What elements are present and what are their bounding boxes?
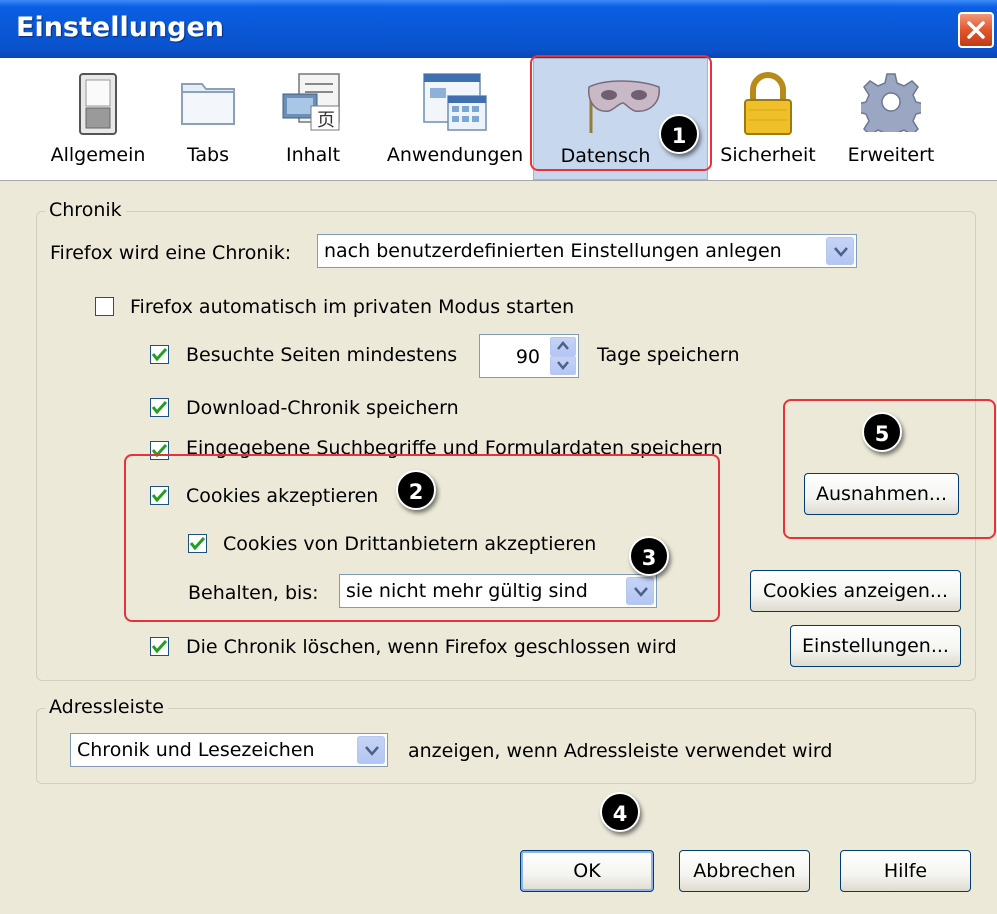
pane-inhalt[interactable]: 页 Inhalt xyxy=(268,58,358,180)
chevron-down-icon xyxy=(826,237,854,265)
visited-days-value: 90 xyxy=(515,346,540,368)
preferences-dialog: Einstellungen Allgemein Tabs 页 Inhalt An… xyxy=(0,0,997,914)
location-bar-legend: Adressleiste xyxy=(45,696,168,718)
pane-sicherheit[interactable]: Sicherheit xyxy=(712,58,824,180)
svg-text:页: 页 xyxy=(317,110,335,131)
location-bar-suffix: anzeigen, wenn Adressleiste verwendet wi… xyxy=(408,740,833,762)
annotation-badge-3: 3 xyxy=(629,536,669,576)
pane-label: Tabs xyxy=(186,144,230,166)
help-button[interactable]: Hilfe xyxy=(840,850,971,892)
pane-allgemein[interactable]: Allgemein xyxy=(48,58,148,180)
download-history-checkbox[interactable] xyxy=(150,398,169,417)
clear-on-close-label: Die Chronik löschen, wenn Firefox geschl… xyxy=(186,636,677,658)
window-title: Einstellungen xyxy=(16,12,225,43)
visited-pages-label: Besuchte Seiten mindestens xyxy=(186,344,458,366)
pane-erweitert[interactable]: Erweitert xyxy=(836,58,946,180)
gear-icon xyxy=(861,73,921,132)
applications-icon xyxy=(423,73,487,131)
history-legend: Chronik xyxy=(45,199,126,221)
switch-icon xyxy=(79,73,117,135)
history-mode-value: nach benutzerdefinierten Einstellungen a… xyxy=(324,240,782,262)
ok-button[interactable]: OK xyxy=(520,850,654,892)
annotation-badge-5: 5 xyxy=(862,412,902,452)
spin-down-button[interactable] xyxy=(550,356,576,375)
pane-label: Sicherheit xyxy=(720,144,816,166)
private-mode-checkbox[interactable] xyxy=(95,297,114,316)
annotation-badge-2: 2 xyxy=(396,470,436,510)
history-mode-label: Firefox wird eine Chronik: xyxy=(50,242,292,264)
preferences-toolbar: Allgemein Tabs 页 Inhalt Anwendungen Date… xyxy=(0,58,997,181)
content-icon: 页 xyxy=(282,73,340,131)
cancel-button[interactable]: Abbrechen xyxy=(679,850,810,892)
chevron-down-icon xyxy=(557,361,569,370)
location-bar-select[interactable]: Chronik und Lesezeichen xyxy=(70,733,388,767)
check-icon xyxy=(152,348,167,361)
download-history-label: Download-Chronik speichern xyxy=(186,397,459,419)
location-bar-value: Chronik und Lesezeichen xyxy=(77,739,315,761)
chevron-up-icon xyxy=(557,341,569,350)
history-settings-button[interactable]: Einstellungen... xyxy=(790,625,961,667)
private-mode-label: Firefox automatisch im privaten Modus st… xyxy=(130,296,575,318)
history-mode-select[interactable]: nach benutzerdefinierten Einstellungen a… xyxy=(317,234,857,268)
title-bar: Einstellungen xyxy=(0,0,997,58)
visited-days-suffix: Tage speichern xyxy=(597,344,740,366)
show-cookies-button[interactable]: Cookies anzeigen... xyxy=(750,570,961,612)
annotation-box-1 xyxy=(530,55,712,171)
pane-label: Erweitert xyxy=(847,144,935,166)
lock-icon xyxy=(744,72,792,135)
check-icon xyxy=(152,640,167,653)
visited-days-spinner[interactable]: 90 xyxy=(479,334,579,378)
spin-up-button[interactable] xyxy=(550,337,576,356)
folder-icon xyxy=(181,83,235,125)
pane-label: Allgemein xyxy=(50,144,146,166)
visited-pages-checkbox[interactable] xyxy=(150,345,169,364)
clear-on-close-checkbox[interactable] xyxy=(150,637,169,656)
close-icon xyxy=(967,21,985,39)
check-icon xyxy=(152,401,167,414)
pane-label: Inhalt xyxy=(285,144,341,166)
pane-tabs[interactable]: Tabs xyxy=(168,58,248,180)
annotation-badge-4: 4 xyxy=(600,792,640,832)
close-button[interactable] xyxy=(958,12,994,48)
chevron-down-icon xyxy=(357,736,385,764)
annotation-badge-1: 1 xyxy=(659,114,699,154)
